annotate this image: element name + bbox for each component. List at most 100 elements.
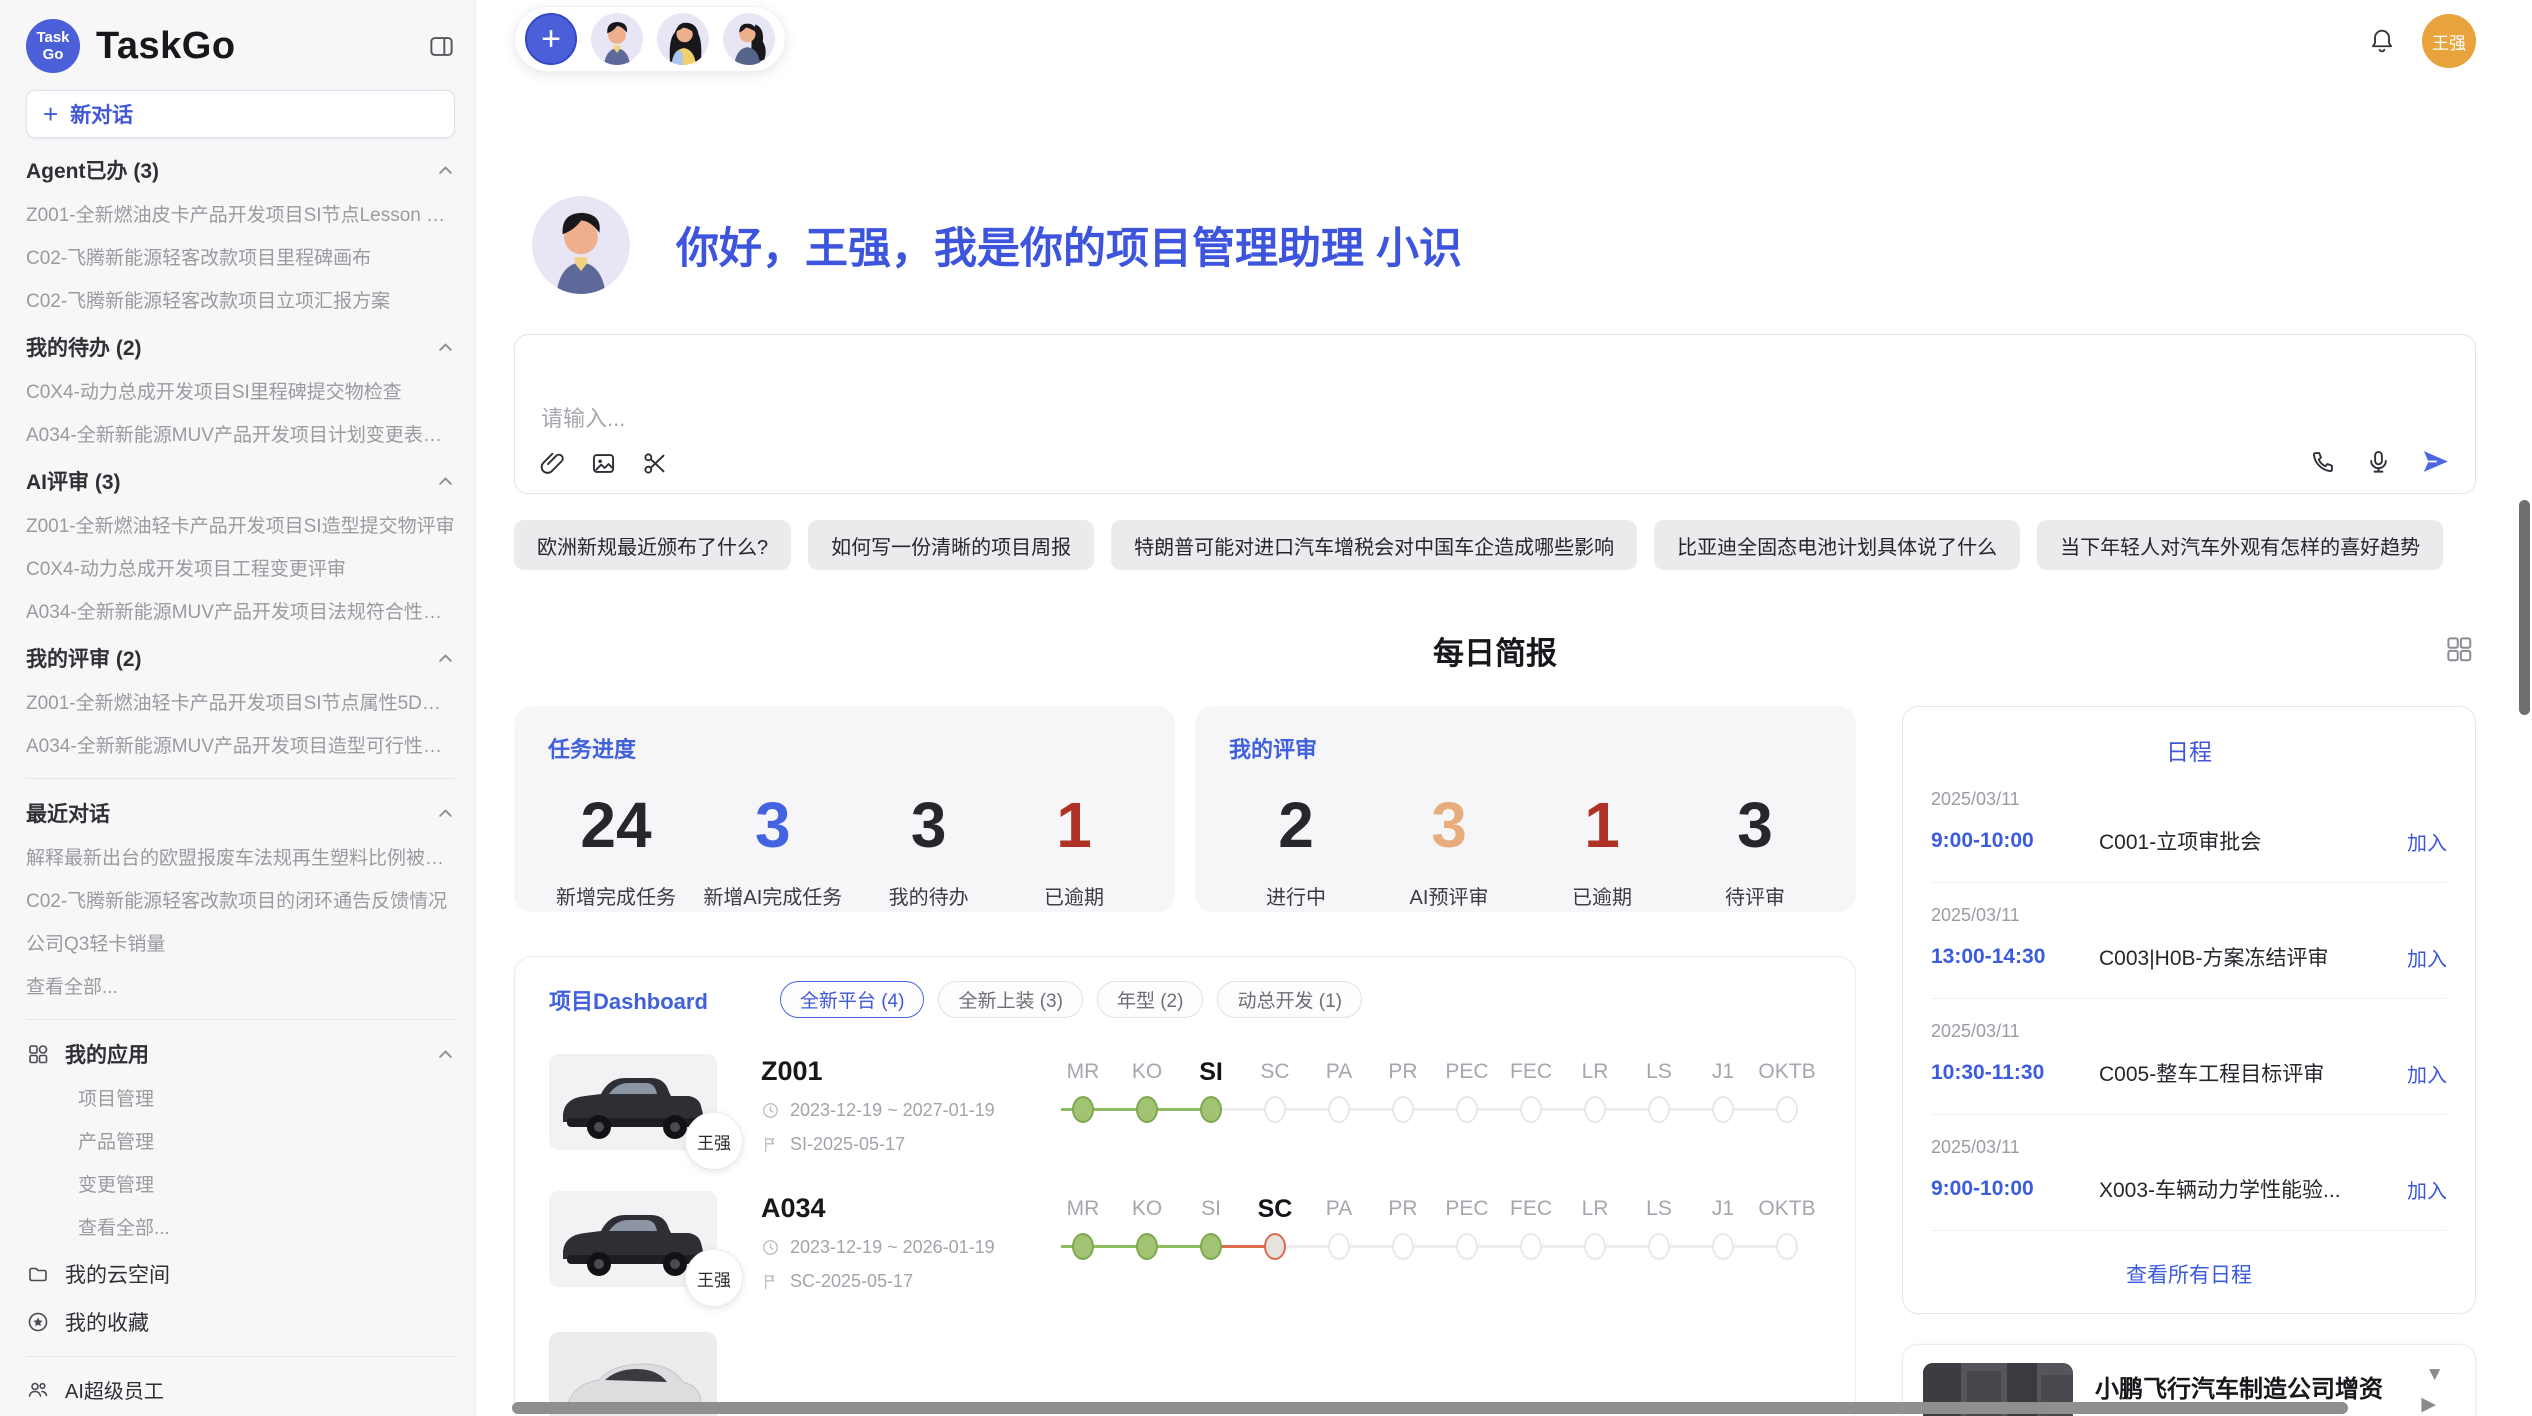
scroll-down-arrow-icon[interactable]: ▼ <box>2425 1364 2444 1386</box>
schedule-time: 10:30-11:30 <box>1931 1061 2099 1085</box>
paperclip-icon[interactable] <box>539 450 566 477</box>
layout-grid-icon[interactable] <box>2444 634 2474 664</box>
recent-conversation-item[interactable]: C02-飞腾新能源轻客改款项目的闭环通告反馈情况 <box>26 880 455 923</box>
dashboard-filter-chip[interactable]: 全新上装 (3) <box>938 981 1083 1018</box>
recent-title: 最近对话 <box>26 798 110 828</box>
join-meeting-link[interactable]: 加入 <box>2407 827 2447 856</box>
milestone-label: PA <box>1307 1054 1371 1090</box>
dashboard-filter-chip[interactable]: 年型 (2) <box>1097 981 1204 1018</box>
new-chat-button[interactable]: + 新对话 <box>26 90 455 138</box>
schedule-row: 13:00-14:30C003|H0B-方案冻结评审加入 <box>1931 942 2447 999</box>
scissors-icon[interactable] <box>641 450 668 477</box>
suggestion-chip[interactable]: 欧洲新规最近颁布了什么? <box>514 520 791 570</box>
image-icon[interactable] <box>590 450 617 477</box>
microphone-icon[interactable] <box>2365 448 2392 475</box>
project-row[interactable]: 王强A0342023-12-19 ~ 2026-01-19SC-2025-05-… <box>549 1191 1821 1292</box>
sidebar-item[interactable]: Z001-全新燃油轻卡产品开发项目SI节点属性5D文件评审 <box>26 682 455 725</box>
sidebar-item-favorites[interactable]: 我的收藏 <box>26 1298 455 1346</box>
stat-label: 已逾期 <box>1015 881 1133 910</box>
sidebar-item[interactable]: C02-飞腾新能源轻客改款项目立项汇报方案 <box>26 280 455 323</box>
sidebar-item-my-apps[interactable]: 我的应用 <box>26 1030 455 1078</box>
suggestion-chip[interactable]: 比亚迪全固态电池计划具体说了什么 <box>1654 520 2020 570</box>
project-row[interactable]: 王强Z0012023-12-19 ~ 2027-01-19SI-2025-05-… <box>549 1054 1821 1155</box>
logo-text-top: Task <box>36 29 69 46</box>
chevron-up-icon <box>436 804 455 823</box>
stat-value: 24 <box>556 792 676 859</box>
scroll-right-arrow-icon[interactable]: ▶ <box>2421 1393 2436 1416</box>
sidebar-item[interactable]: A034-全新新能源MUV产品开发项目法规符合性评审 <box>26 591 455 634</box>
join-meeting-link[interactable]: 加入 <box>2407 1175 2447 1204</box>
app-sub-item[interactable]: 查看全部... <box>26 1207 455 1250</box>
section-title: AI评审 (3) <box>26 466 121 496</box>
sidebar-item[interactable]: C0X4-动力总成开发项目工程变更评审 <box>26 548 455 591</box>
recent-conversation-item[interactable]: 公司Q3轻卡销量 <box>26 923 455 966</box>
favorites-label: 我的收藏 <box>65 1307 149 1337</box>
sidebar-item[interactable]: A034-全新新能源MUV产品开发项目造型可行性评审 <box>26 725 455 768</box>
schedule-meeting-title: X003-车辆动力学性能验... <box>2099 1174 2395 1204</box>
recent-conversation-item[interactable]: 查看全部... <box>26 966 455 1009</box>
suggestion-chip[interactable]: 如何写一份清晰的项目周报 <box>808 520 1094 570</box>
sidebar-item[interactable]: C02-飞腾新能源轻客改款项目里程碑画布 <box>26 237 455 280</box>
join-meeting-link[interactable]: 加入 <box>2407 943 2447 972</box>
app-sub-item[interactable]: 项目管理 <box>26 1078 455 1121</box>
recent-conversation-item[interactable]: 解释最新出台的欧盟报废车法规再生塑料比例被调至15%... <box>26 837 455 880</box>
user-avatar[interactable]: 王强 <box>2422 14 2476 68</box>
send-icon[interactable] <box>2420 446 2451 477</box>
notification-bell-icon[interactable] <box>2368 27 2396 55</box>
horizontal-scrollbar-thumb[interactable] <box>512 1402 2348 1414</box>
chevron-up-icon <box>436 161 455 180</box>
sidebar-item-cloud-space[interactable]: 我的云空间 <box>26 1250 455 1298</box>
sidebar-item[interactable]: C0X4-动力总成开发项目SI里程碑提交物检查 <box>26 371 455 414</box>
suggestion-chip[interactable]: 当下年轻人对汽车外观有怎样的喜好趋势 <box>2037 520 2443 570</box>
sidebar-tool-item[interactable]: AI超级员工 <box>26 1367 455 1412</box>
milestone-label: PA <box>1307 1191 1371 1227</box>
schedule-title: 日程 <box>1931 733 2447 767</box>
schedule-card: 日程 2025/03/119:00-10:00C001-立项审批会加入2025/… <box>1902 706 2476 1314</box>
sidebar-tool-item[interactable]: 帮我写作 <box>26 1412 455 1416</box>
app-logo: Task Go <box>26 19 80 73</box>
milestone-node <box>1200 1233 1222 1260</box>
app-sub-item[interactable]: 变更管理 <box>26 1164 455 1207</box>
chat-input[interactable]: 请输入... <box>514 334 2476 494</box>
sidebar-section-recent[interactable]: 最近对话 <box>26 789 455 837</box>
milestone-label: SI <box>1179 1191 1243 1227</box>
agent-avatar-2[interactable] <box>657 13 709 65</box>
sidebar-item[interactable]: A034-全新新能源MUV产品开发项目计划变更表编写 <box>26 414 455 457</box>
milestone-label: MR <box>1051 1054 1115 1090</box>
join-meeting-link[interactable]: 加入 <box>2407 1059 2447 1088</box>
view-all-schedule-link[interactable]: 查看所有日程 <box>1931 1259 2447 1289</box>
suggestion-chip[interactable]: 特朗普可能对进口汽车增税会对中国车企造成哪些影响 <box>1111 520 1637 570</box>
stat-value: 1 <box>1543 792 1661 859</box>
sidebar-section-header[interactable]: AI评审 (3) <box>26 457 455 505</box>
milestone-nodes <box>1051 1231 1821 1263</box>
sidebar-item[interactable]: Z001-全新燃油皮卡产品开发项目SI节点Lesson Learn报告 <box>26 194 455 237</box>
assistant-avatar <box>532 196 630 294</box>
schedule-date: 2025/03/11 <box>1931 905 2447 926</box>
stat: 1已逾期 <box>1015 792 1133 910</box>
milestone-label: OKTB <box>1755 1054 1819 1090</box>
stat-label: 已逾期 <box>1543 881 1661 910</box>
app-sub-item[interactable]: 产品管理 <box>26 1121 455 1164</box>
add-agent-button[interactable]: + <box>525 13 577 65</box>
stat-label: 进行中 <box>1237 881 1355 910</box>
agent-avatar-1[interactable] <box>591 13 643 65</box>
schedule-time: 13:00-14:30 <box>1931 945 2099 969</box>
sidebar-section-header[interactable]: 我的待办 (2) <box>26 323 455 371</box>
milestone-label: LS <box>1627 1191 1691 1227</box>
stat: 1 已逾期 <box>1543 792 1661 910</box>
sidebar-collapse-icon[interactable] <box>428 33 455 60</box>
sidebar-section-header[interactable]: Agent已办 (3) <box>26 146 455 194</box>
schedule-item: 2025/03/1110:30-11:30C005-整车工程目标评审加入 <box>1931 999 2447 1115</box>
project-info: Z0012023-12-19 ~ 2027-01-19SI-2025-05-17 <box>761 1054 1007 1155</box>
vertical-scrollbar-thumb[interactable] <box>2519 500 2530 715</box>
milestone-label: MR <box>1051 1191 1115 1227</box>
agent-avatar-3[interactable] <box>723 13 775 65</box>
sidebar-section-header[interactable]: 我的评审 (2) <box>26 634 455 682</box>
phone-icon[interactable] <box>2310 448 2337 475</box>
dashboard-filter-chip[interactable]: 全新平台 (4) <box>780 981 925 1018</box>
people-icon <box>26 1378 50 1402</box>
sidebar-item[interactable]: Z001-全新燃油轻卡产品开发项目SI造型提交物评审 <box>26 505 455 548</box>
sidebar-sections: Agent已办 (3) Z001-全新燃油皮卡产品开发项目SI节点Lesson … <box>26 146 455 768</box>
stat-value: 3 <box>1390 792 1508 859</box>
dashboard-filter-chip[interactable]: 动总开发 (1) <box>1217 981 1362 1018</box>
